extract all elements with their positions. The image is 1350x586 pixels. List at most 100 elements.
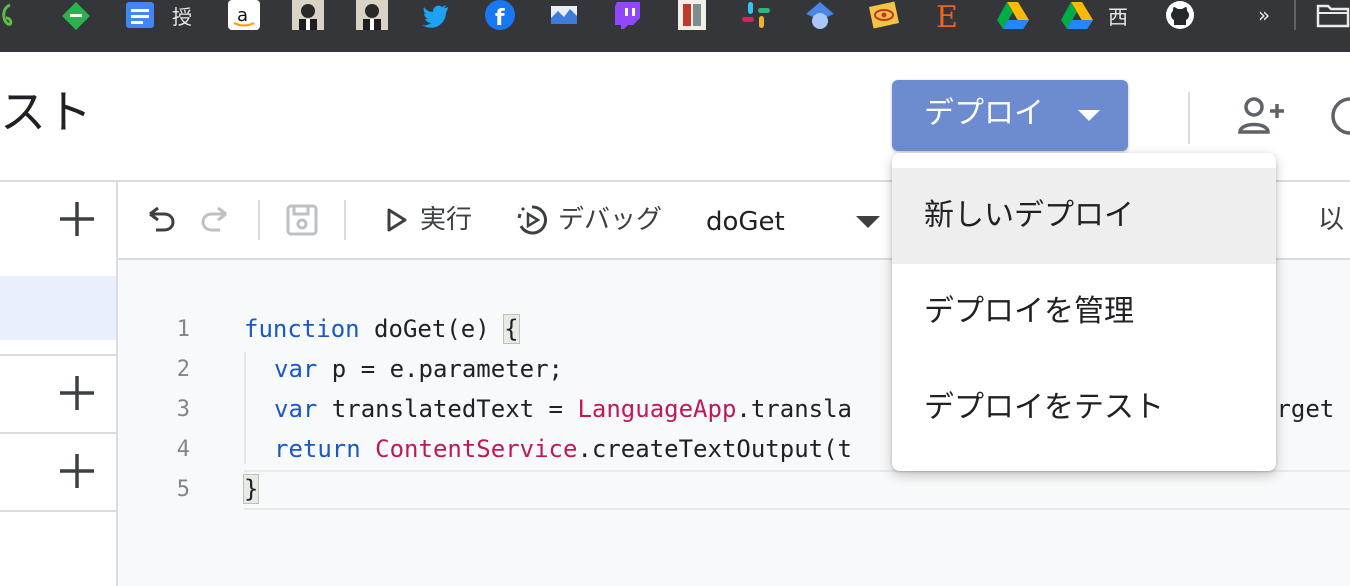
code-class-name: ContentService bbox=[375, 435, 578, 463]
redo-icon[interactable] bbox=[200, 204, 230, 234]
profile-photo-icon bbox=[356, 0, 388, 30]
svg-text:f: f bbox=[495, 6, 505, 30]
google-docs-icon bbox=[126, 2, 154, 28]
sidebar-section-divider bbox=[0, 354, 116, 356]
add-person-icon[interactable] bbox=[1238, 96, 1286, 136]
help-icon[interactable] bbox=[1330, 96, 1350, 136]
bookmark-docs-label: 授 bbox=[172, 4, 192, 29]
add-service-icon[interactable] bbox=[60, 454, 94, 488]
debug-button[interactable]: デバッグ bbox=[516, 202, 662, 238]
sidebar-section-divider bbox=[0, 432, 116, 434]
bookmarks-bar: 授 a f E 西 » bbox=[0, 0, 1350, 52]
function-select-value: doGet bbox=[706, 207, 785, 237]
code-text: .createTextOutput(t bbox=[577, 435, 852, 463]
code-keyword: return bbox=[274, 435, 361, 463]
bookmark-google-drive-1[interactable] bbox=[996, 0, 1030, 30]
matching-bracket: } bbox=[242, 474, 260, 504]
menu-item-label: デプロイを管理 bbox=[924, 294, 1134, 329]
bookmark-eye-app[interactable] bbox=[868, 0, 900, 30]
toolbar-divider bbox=[344, 200, 346, 240]
bookmark-google-docs[interactable]: 授 bbox=[124, 0, 192, 30]
indent-guide bbox=[244, 352, 246, 464]
debug-icon bbox=[517, 205, 548, 235]
bookmark-green-swirl[interactable] bbox=[0, 0, 14, 30]
bookmarks-separator bbox=[1294, 0, 1296, 30]
code-line-1: function doGet(e) { bbox=[244, 314, 520, 344]
code-keyword: function bbox=[244, 315, 360, 343]
github-icon bbox=[1166, 1, 1194, 29]
bookmark-map-app[interactable] bbox=[548, 0, 580, 30]
profile-photo-icon bbox=[292, 0, 324, 30]
google-drive-icon bbox=[997, 2, 1029, 29]
bookmark-google-drive-2[interactable]: 西 bbox=[1060, 0, 1128, 30]
door-app-icon bbox=[678, 0, 706, 30]
blue-diamond-icon bbox=[806, 2, 834, 29]
add-file-icon[interactable] bbox=[60, 202, 94, 236]
deploy-button[interactable]: デプロイ bbox=[892, 80, 1128, 151]
selected-file-item[interactable] bbox=[0, 276, 116, 340]
code-text: translatedText = bbox=[317, 395, 578, 423]
bookmarks-overflow-button[interactable]: » bbox=[1258, 0, 1270, 30]
bookmark-etsy[interactable]: E bbox=[932, 0, 964, 30]
current-line-highlight bbox=[244, 470, 1350, 510]
save-icon[interactable] bbox=[286, 204, 318, 236]
run-button[interactable]: 実行 bbox=[386, 202, 472, 238]
code-text: doGet(e) bbox=[359, 315, 505, 343]
line-number: 2 bbox=[176, 357, 190, 382]
execution-log-button-partial[interactable]: 以 bbox=[1318, 202, 1344, 238]
code-text: p = e.parameter; bbox=[317, 355, 563, 383]
menu-item-label: デプロイをテスト bbox=[924, 390, 1164, 425]
twitter-icon bbox=[422, 5, 448, 28]
add-library-icon[interactable] bbox=[60, 376, 94, 410]
bookmark-twitter[interactable] bbox=[420, 0, 452, 30]
toolbar-divider bbox=[258, 200, 260, 240]
menu-item-test-deployments[interactable]: デプロイをテスト bbox=[892, 360, 1276, 456]
svg-text:E: E bbox=[936, 0, 958, 30]
bookmark-github[interactable] bbox=[1164, 0, 1196, 30]
caret-down-icon bbox=[1078, 110, 1100, 121]
bookmark-blue-app[interactable] bbox=[804, 0, 836, 30]
code-keyword: var bbox=[274, 355, 318, 383]
bookmark-facebook[interactable]: f bbox=[484, 0, 516, 30]
line-number: 5 bbox=[176, 477, 190, 502]
svg-text:a: a bbox=[237, 5, 248, 26]
etsy-icon: E bbox=[936, 0, 958, 30]
line-number: 4 bbox=[176, 437, 190, 462]
code-class-name: LanguageApp bbox=[577, 395, 737, 423]
twitch-icon bbox=[615, 2, 640, 29]
bookmark-profile-1[interactable] bbox=[292, 0, 324, 30]
green-swirl-icon bbox=[2, 3, 13, 26]
matching-bracket: { bbox=[503, 314, 520, 344]
eye-card-icon bbox=[868, 1, 900, 29]
line-number: 1 bbox=[176, 317, 190, 342]
bookmark-feedly[interactable] bbox=[60, 0, 92, 30]
bookmark-twitch[interactable] bbox=[612, 0, 644, 30]
google-drive-icon bbox=[1061, 2, 1093, 29]
facebook-icon: f bbox=[485, 0, 515, 30]
project-title[interactable]: スト bbox=[0, 82, 92, 142]
menu-item-new-deployment[interactable]: 新しいデプロイ bbox=[892, 168, 1276, 264]
code-line-3: var translatedText = LanguageApp.transla bbox=[274, 394, 852, 424]
run-label: 実行 bbox=[420, 205, 473, 235]
caret-down-icon bbox=[856, 216, 880, 228]
function-select[interactable]: doGet bbox=[706, 202, 882, 240]
chevron-double-right-icon: » bbox=[1258, 3, 1271, 27]
menu-item-manage-deployments[interactable]: デプロイを管理 bbox=[892, 264, 1276, 360]
debug-label: デバッグ bbox=[558, 205, 663, 235]
code-line-4: return ContentService.createTextOutput(t bbox=[274, 434, 852, 464]
sidebar-section-divider bbox=[0, 510, 116, 512]
amazon-icon: a bbox=[228, 0, 260, 30]
bookmark-amazon[interactable]: a bbox=[228, 0, 260, 30]
bookmark-folder[interactable] bbox=[1316, 0, 1350, 30]
code-text: .transla bbox=[736, 395, 852, 423]
bookmark-door-app[interactable] bbox=[676, 0, 708, 30]
undo-icon[interactable] bbox=[146, 204, 176, 234]
code-keyword: var bbox=[274, 395, 318, 423]
menu-item-label: 新しいデプロイ bbox=[924, 198, 1134, 233]
play-icon bbox=[387, 208, 407, 232]
feedly-icon bbox=[62, 2, 90, 30]
bookmark-profile-2[interactable] bbox=[356, 0, 388, 30]
bookmark-slack[interactable] bbox=[740, 0, 772, 30]
header-divider bbox=[1188, 92, 1190, 144]
